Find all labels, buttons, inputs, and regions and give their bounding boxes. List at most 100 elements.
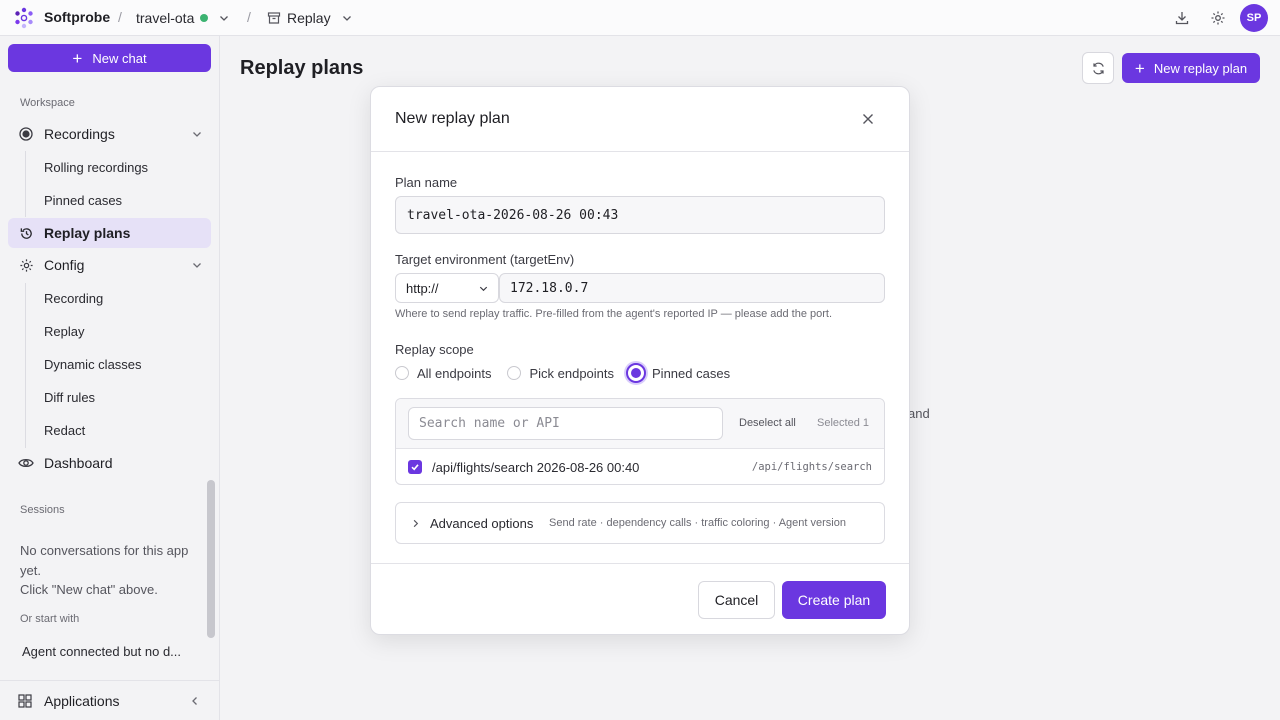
sidebar-item-dashboard[interactable]: Dashboard [8, 448, 211, 478]
new-chat-button[interactable]: + New chat [8, 44, 211, 72]
download-icon[interactable] [1172, 8, 1192, 28]
sidebar-scrollbar[interactable] [207, 480, 215, 638]
cases-toolbar: Search name or API Deselect all Selected… [396, 399, 884, 449]
scope-option-pinned-cases[interactable]: Pinned cases [626, 363, 730, 383]
sidebar-item-label: Recordings [44, 126, 115, 142]
sidebar: + New chat Workspace Recordings Rolling … [0, 36, 220, 720]
plus-icon: + [1134, 58, 1145, 78]
radio-button[interactable] [395, 366, 409, 380]
dialog-header: New replay plan [371, 87, 909, 152]
chevron-down-icon [479, 286, 488, 292]
dialog-title: New replay plan [395, 110, 510, 127]
start-with-label: Or start with [20, 613, 80, 625]
target-host-input[interactable]: 172.18.0.7 [499, 273, 885, 303]
sidebar-item-redact[interactable]: Redact [44, 423, 85, 438]
gear-icon [18, 257, 34, 273]
advanced-options-title: Advanced options [430, 516, 534, 531]
check-icon [411, 464, 419, 471]
sessions-empty-line: Click "New chat" above. [20, 582, 158, 597]
sidebar-item-config-replay[interactable]: Replay [44, 324, 84, 339]
app-status-dot [200, 14, 209, 22]
deselect-all-button[interactable]: Deselect all [739, 417, 796, 429]
sidebar-item-recordings[interactable]: Recordings [8, 119, 211, 149]
avatar[interactable]: SP [1240, 4, 1268, 32]
close-icon[interactable] [861, 112, 875, 126]
history-icon [18, 225, 34, 241]
plan-name-input[interactable]: travel-ota-2026-08-26 00:43 [395, 196, 885, 234]
dialog-footer-divider [371, 563, 909, 564]
refresh-icon [1092, 62, 1104, 74]
protocol-select[interactable]: http:// [395, 273, 499, 303]
radio-button-selected[interactable] [626, 363, 647, 383]
sessions-empty-line: No conversations for this app yet. [20, 543, 189, 578]
sidebar-item-config-recording[interactable]: Recording [44, 291, 103, 306]
tree-line [25, 283, 26, 448]
case-name: /api/flights/search 2026-08-26 00:40 [432, 460, 640, 475]
new-replay-plan-dialog: New replay plan Plan name travel-ota-202… [370, 86, 910, 635]
selected-count: Selected 1 [817, 417, 869, 429]
applications-button[interactable]: Applications [0, 680, 219, 720]
chevron-right-icon [413, 519, 419, 528]
workspace-label: Workspace [20, 97, 75, 109]
chevron-down-icon [193, 263, 201, 268]
background-text: and [908, 406, 930, 421]
chevron-down-icon [342, 16, 351, 21]
pinned-cases-list: Search name or API Deselect all Selected… [395, 398, 885, 485]
sidebar-item-label: Replay plans [44, 225, 131, 241]
chevron-down-icon [193, 132, 201, 137]
case-checkbox[interactable] [408, 460, 422, 474]
chevron-down-icon [220, 16, 229, 21]
radio-label: Pick endpoints [529, 365, 615, 381]
case-search-input[interactable]: Search name or API [408, 407, 723, 440]
applications-label: Applications [44, 692, 120, 709]
breadcrumb-separator: / [247, 9, 251, 25]
chevron-left-icon[interactable] [189, 695, 201, 707]
page-title: Replay plans [240, 57, 364, 79]
radio-label: All endpoints [417, 365, 492, 381]
sessions-label: Sessions [20, 504, 65, 516]
list-item[interactable]: /api/flights/search 2026-08-26 00:40 /ap… [396, 449, 884, 485]
top-bar: Softprobe / travel-ota / Replay SP [0, 0, 1280, 36]
advanced-options-description: Send rate · dependency calls · traffic c… [549, 517, 846, 529]
sidebar-item-replay-plans[interactable]: Replay plans [8, 218, 211, 248]
replay-scope-radio-group: All endpoints Pick endpoints Pinned case… [395, 363, 746, 383]
tree-line [25, 151, 26, 217]
app-name: travel-ota [136, 10, 195, 26]
softprobe-logo-icon[interactable] [13, 7, 35, 29]
settings-icon[interactable] [1208, 8, 1228, 28]
sidebar-item-label: Config [44, 257, 85, 273]
target-env-hint: Where to send replay traffic. Pre-filled… [395, 308, 833, 320]
new-chat-label: New chat [92, 50, 147, 66]
page-name: Replay [287, 10, 331, 26]
start-suggestion-item[interactable]: Agent connected but no d... [22, 644, 181, 659]
page-switcher[interactable]: Replay [267, 7, 353, 29]
sidebar-item-diff-rules[interactable]: Diff rules [44, 390, 95, 405]
sidebar-item-pinned-cases[interactable]: Pinned cases [44, 193, 122, 208]
sidebar-item-config[interactable]: Config [8, 250, 211, 280]
breadcrumb-separator: / [118, 9, 122, 25]
plan-name-label: Plan name [395, 175, 458, 190]
eye-icon [18, 455, 34, 471]
archive-icon [267, 12, 281, 24]
cancel-button[interactable]: Cancel [698, 581, 775, 619]
new-replay-plan-label: New replay plan [1153, 60, 1248, 76]
scope-option-all-endpoints[interactable]: All endpoints [395, 366, 491, 381]
plus-icon: + [72, 48, 83, 68]
sidebar-item-label: Dashboard [44, 455, 113, 471]
record-icon [18, 126, 34, 142]
refresh-button[interactable] [1082, 52, 1114, 84]
create-plan-button[interactable]: Create plan [782, 581, 886, 619]
sidebar-item-dynamic-classes[interactable]: Dynamic classes [44, 357, 142, 372]
sidebar-item-rolling-recordings[interactable]: Rolling recordings [44, 160, 148, 175]
brand-name[interactable]: Softprobe [44, 9, 110, 25]
case-api: /api/flights/search [751, 461, 872, 473]
radio-button[interactable] [507, 366, 522, 380]
new-replay-plan-button[interactable]: + New replay plan [1122, 53, 1260, 83]
app-switcher[interactable]: travel-ota [136, 7, 230, 29]
scope-option-pick-endpoints[interactable]: Pick endpoints [507, 366, 614, 381]
advanced-options-toggle[interactable]: Advanced options Send rate · dependency … [395, 502, 885, 544]
target-env-label: Target environment (targetEnv) [395, 252, 575, 267]
protocol-value: http:// [406, 280, 439, 296]
grid-icon [18, 693, 32, 708]
sessions-empty-text: No conversations for this app yet. Click… [20, 541, 200, 600]
